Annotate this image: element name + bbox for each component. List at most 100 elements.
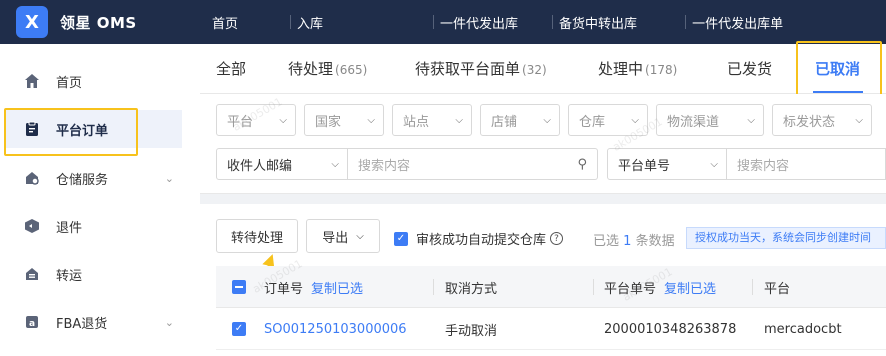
order-no-link[interactable]: SO001250103000006 — [264, 308, 407, 350]
selected-prefix: 已选 — [593, 234, 620, 249]
select-value: 标发状态 — [783, 114, 836, 130]
logo[interactable]: X 领星 OMS — [0, 6, 200, 38]
auto-submit-toggle[interactable]: ✓ 审核成功自动提交仓库 ? — [394, 229, 564, 248]
cancel-method-value: 手动取消 — [445, 323, 498, 339]
tab-all[interactable]: 全部 — [216, 58, 246, 79]
chevron-down-icon: ⌵ — [855, 114, 863, 126]
selected-suffix: 条数据 — [635, 234, 675, 249]
tab-pending[interactable]: 待处理 (665) — [288, 58, 367, 79]
tracking-status-select[interactable]: 标发状态 ⌵ — [772, 104, 872, 136]
country-select[interactable]: 国家 ⌵ — [304, 104, 384, 136]
table-row[interactable]: ✓ SO001250103000006 手动取消 200001034826387… — [216, 308, 886, 350]
export-label: 导出 — [322, 230, 349, 246]
chevron-down-icon: ⌵ — [356, 230, 364, 242]
order-icon — [22, 119, 42, 139]
search-input-2[interactable]: 搜索内容 — [727, 148, 886, 180]
select-all-checkbox[interactable] — [232, 266, 246, 308]
warehouse-icon — [22, 168, 42, 188]
sidebar-item-transfer[interactable]: 转运 — [6, 255, 182, 293]
info-notice: 授权成功当天，系统会同步创建时间 — [686, 227, 886, 249]
topnav-home[interactable]: 首页 — [206, 13, 244, 32]
auto-submit-label: 审核成功自动提交仓库 — [416, 233, 547, 248]
help-icon[interactable]: ? — [550, 232, 564, 245]
sidebar-item-home[interactable]: 首页 — [6, 62, 182, 100]
select-value: 收件人邮编 — [227, 158, 293, 174]
sidebar-item-warehouse-service[interactable]: 仓储服务 ⌄ — [6, 159, 182, 197]
fba-icon: a — [22, 312, 42, 332]
export-button[interactable]: 导出 ⌵ — [306, 219, 380, 253]
search-input[interactable]: 搜索内容 ⚲ — [348, 148, 598, 180]
tab-label: 待获取平台面单 — [415, 60, 521, 78]
tab-processing[interactable]: 处理中 (178) — [598, 58, 677, 79]
row-checkbox[interactable]: ✓ — [232, 308, 246, 350]
search-icon[interactable]: ⚲ — [577, 157, 587, 172]
site-select[interactable]: 站点 ⌵ — [392, 104, 472, 136]
column-divider — [433, 279, 434, 295]
sidebar: 首页 平台订单 仓储服务 ⌄ 退件 转运 a FBA退货 ⌄ — [0, 44, 200, 356]
topnav-dropship-outbound[interactable]: 一件代发出库 — [434, 13, 524, 32]
chevron-down-icon: ⌵ — [631, 114, 639, 126]
status-tabs: 全部 待处理 (665) 待获取平台面单 (32) 处理中 (178) 已发货 已取消 — [200, 44, 886, 94]
chevron-down-icon: ⌵ — [543, 114, 551, 126]
select-value: 平台 — [227, 114, 254, 130]
platform-no-value: 2000010348263878 — [604, 321, 737, 337]
tab-cancelled[interactable]: 已取消 — [815, 58, 860, 79]
sidebar-item-label: 首页 — [56, 75, 83, 91]
sidebar-item-label: 转运 — [56, 268, 83, 284]
column-platform-no: 平台单号 复制已选 — [604, 266, 716, 308]
topnav-dropship-outbound-order[interactable]: 一件代发出库单 — [686, 13, 789, 32]
main-content: 全部 待处理 (665) 待获取平台面单 (32) 处理中 (178) 已发货 已取消… — [200, 41, 886, 356]
selected-count: 已选 1 条数据 — [593, 230, 675, 249]
select-value: 站点 — [403, 114, 430, 130]
chevron-down-icon: ⌵ — [279, 114, 287, 126]
tab-label: 已发货 — [727, 60, 773, 78]
sidebar-item-label: 平台订单 — [56, 123, 109, 139]
selected-number: 1 — [623, 234, 632, 249]
logo-icon: X — [16, 6, 48, 38]
tab-shipped[interactable]: 已发货 — [727, 58, 772, 79]
select-value: 国家 — [315, 114, 342, 130]
table-header: 订单号 复制已选 取消方式 平台单号 复制已选 平台 — [216, 266, 886, 308]
top-bar: X 领星 OMS 首页 入库 一件代发出库 备货中转出库 一件代发出库单 — [0, 0, 886, 44]
tab-label: 待处理 — [288, 60, 334, 78]
logistics-channel-select[interactable]: 物流渠道 ⌵ — [656, 104, 764, 136]
platform-order-no-select[interactable]: 平台单号 ⌵ — [607, 148, 727, 180]
tab-count: (665) — [335, 63, 368, 77]
chevron-down-icon: ⌵ — [367, 114, 375, 126]
sidebar-item-label: FBA退货 — [56, 316, 108, 332]
tab-label: 处理中 — [598, 60, 644, 78]
sidebar-item-returns[interactable]: 退件 — [6, 207, 182, 245]
svg-text:a: a — [29, 319, 35, 329]
to-pending-button[interactable]: 转待处理 — [216, 219, 298, 253]
sidebar-item-fba-returns[interactable]: a FBA退货 ⌄ — [6, 303, 182, 341]
tab-count: (32) — [522, 63, 547, 77]
checkbox-checked-icon[interactable]: ✓ — [394, 231, 408, 246]
copy-selected-link[interactable]: 复制已选 — [311, 278, 363, 297]
sidebar-item-label: 仓储服务 — [56, 172, 109, 188]
recipient-zip-select[interactable]: 收件人邮编 ⌵ — [216, 148, 348, 180]
toolbar-and-table: 转待处理 导出 ⌵ ✓ 审核成功自动提交仓库 ? 已选 1 条数据 授权成功当天，… — [200, 204, 886, 356]
chevron-down-icon: ⌵ — [331, 158, 339, 170]
column-divider — [593, 279, 594, 295]
sidebar-item-platform-orders[interactable]: 平台订单 — [6, 110, 182, 148]
platform-select[interactable]: 平台 ⌵ — [216, 104, 296, 136]
tab-label: 全部 — [216, 60, 247, 78]
column-divider — [752, 279, 753, 295]
search-placeholder: 搜索内容 — [737, 158, 790, 174]
column-cancel-method: 取消方式 — [445, 281, 498, 297]
copy-selected-link[interactable]: 复制已选 — [664, 278, 716, 297]
warehouse-select[interactable]: 仓库 ⌵ — [568, 104, 648, 136]
checkbox-indeterminate-icon — [232, 280, 246, 294]
topnav-stock-transfer-outbound[interactable]: 备货中转出库 — [553, 13, 643, 32]
column-order-no: 订单号 复制已选 — [264, 266, 363, 308]
chevron-down-icon: ⌵ — [710, 158, 718, 170]
topnav-inbound[interactable]: 入库 — [291, 13, 329, 32]
tab-awaiting-label[interactable]: 待获取平台面单 (32) — [415, 58, 547, 79]
app-title: 领星 OMS — [60, 13, 137, 32]
select-value: 仓库 — [579, 114, 606, 130]
store-select[interactable]: 店铺 ⌵ — [480, 104, 560, 136]
top-nav: 首页 入库 一件代发出库 备货中转出库 一件代发出库单 — [200, 0, 789, 44]
header-label: 订单号 — [264, 281, 304, 297]
select-value: 平台单号 — [618, 158, 671, 174]
checkbox-checked-icon: ✓ — [232, 322, 246, 336]
